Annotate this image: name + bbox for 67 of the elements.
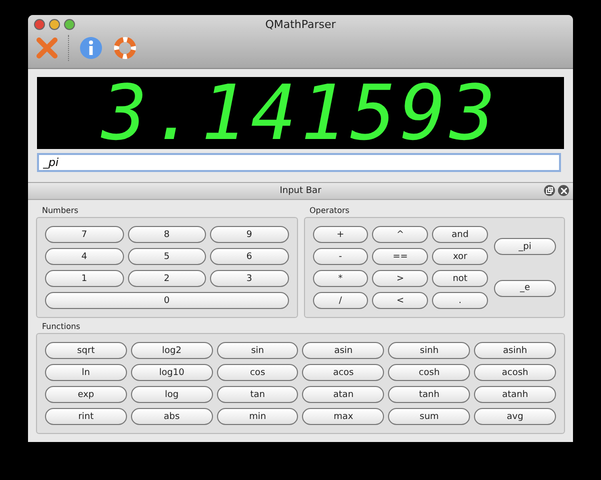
key-button[interactable]: ^ <box>372 226 428 243</box>
zoom-window-button[interactable] <box>64 18 75 30</box>
key-button[interactable]: log10 <box>130 364 213 381</box>
key-button[interactable]: . <box>432 292 488 309</box>
group-title: Functions <box>42 322 82 331</box>
minimize-window-button[interactable] <box>49 18 60 30</box>
key-button[interactable]: and <box>432 226 488 243</box>
key-button[interactable]: tan <box>216 386 298 403</box>
key-button[interactable]: cosh <box>388 364 470 381</box>
key-button[interactable]: rint <box>45 408 127 425</box>
key-button[interactable]: 0 <box>45 292 288 309</box>
key-button[interactable]: acosh <box>474 364 556 381</box>
key-button[interactable]: log2 <box>130 342 213 359</box>
key-button[interactable]: abs <box>130 408 213 425</box>
key-button[interactable]: sin <box>216 342 298 359</box>
key-button[interactable]: 4 <box>45 248 124 265</box>
key-button[interactable]: exp <box>45 386 127 403</box>
key-button[interactable]: 5 <box>128 248 206 265</box>
key-button[interactable]: > <box>372 270 428 287</box>
key-button[interactable]: ln <box>45 364 127 381</box>
key-button[interactable]: _pi <box>494 238 556 256</box>
key-button[interactable]: atanh <box>474 386 556 403</box>
float-icon <box>546 187 553 194</box>
window-title: QMathParser <box>265 18 336 30</box>
about-button[interactable] <box>78 35 104 61</box>
key-button[interactable]: xor <box>432 248 488 265</box>
key-button[interactable]: sinh <box>388 342 470 359</box>
key-button[interactable]: 8 <box>128 226 206 243</box>
close-icon <box>560 188 566 194</box>
key-button[interactable]: 2 <box>128 270 206 287</box>
key-button[interactable]: _e <box>494 280 556 297</box>
key-button[interactable]: sum <box>388 408 470 425</box>
key-button[interactable]: min <box>216 408 298 425</box>
key-button[interactable]: 3 <box>210 270 288 287</box>
group-title: Numbers <box>42 206 80 215</box>
close-window-button[interactable] <box>34 18 45 30</box>
key-button[interactable]: avg <box>474 408 556 425</box>
help-button[interactable] <box>112 35 138 61</box>
close-dock-button[interactable] <box>558 185 569 196</box>
key-button[interactable]: max <box>302 408 384 425</box>
key-button[interactable]: asinh <box>474 342 556 359</box>
key-button[interactable]: tanh <box>388 386 470 403</box>
key-button[interactable]: cos <box>216 364 298 381</box>
key-button[interactable]: 7 <box>45 226 124 243</box>
key-button[interactable]: not <box>432 270 488 287</box>
key-button[interactable]: acos <box>302 364 384 381</box>
dock-title: Input Bar <box>280 186 322 196</box>
key-button[interactable]: sqrt <box>45 342 127 359</box>
key-button[interactable]: atan <box>302 386 384 403</box>
key-button[interactable]: == <box>372 248 428 265</box>
key-button[interactable]: + <box>312 226 368 243</box>
close-icon <box>36 37 58 59</box>
key-button[interactable]: / <box>312 292 368 309</box>
float-button[interactable] <box>544 185 555 196</box>
key-button[interactable]: < <box>372 292 428 309</box>
key-button[interactable]: 6 <box>210 248 288 265</box>
expression-input-field[interactable]: _pi <box>37 153 561 172</box>
key-button[interactable]: asin <box>302 342 384 359</box>
group-title: Operators <box>310 206 350 215</box>
info-icon <box>79 36 103 60</box>
key-button[interactable]: 1 <box>45 270 124 287</box>
key-button[interactable]: * <box>312 270 368 287</box>
key-button[interactable]: 9 <box>210 226 288 243</box>
key-button[interactable]: log <box>130 386 213 403</box>
result-display: 3.141593 <box>37 77 564 149</box>
lifebuoy-icon <box>113 36 137 60</box>
key-button[interactable]: - <box>312 248 368 265</box>
